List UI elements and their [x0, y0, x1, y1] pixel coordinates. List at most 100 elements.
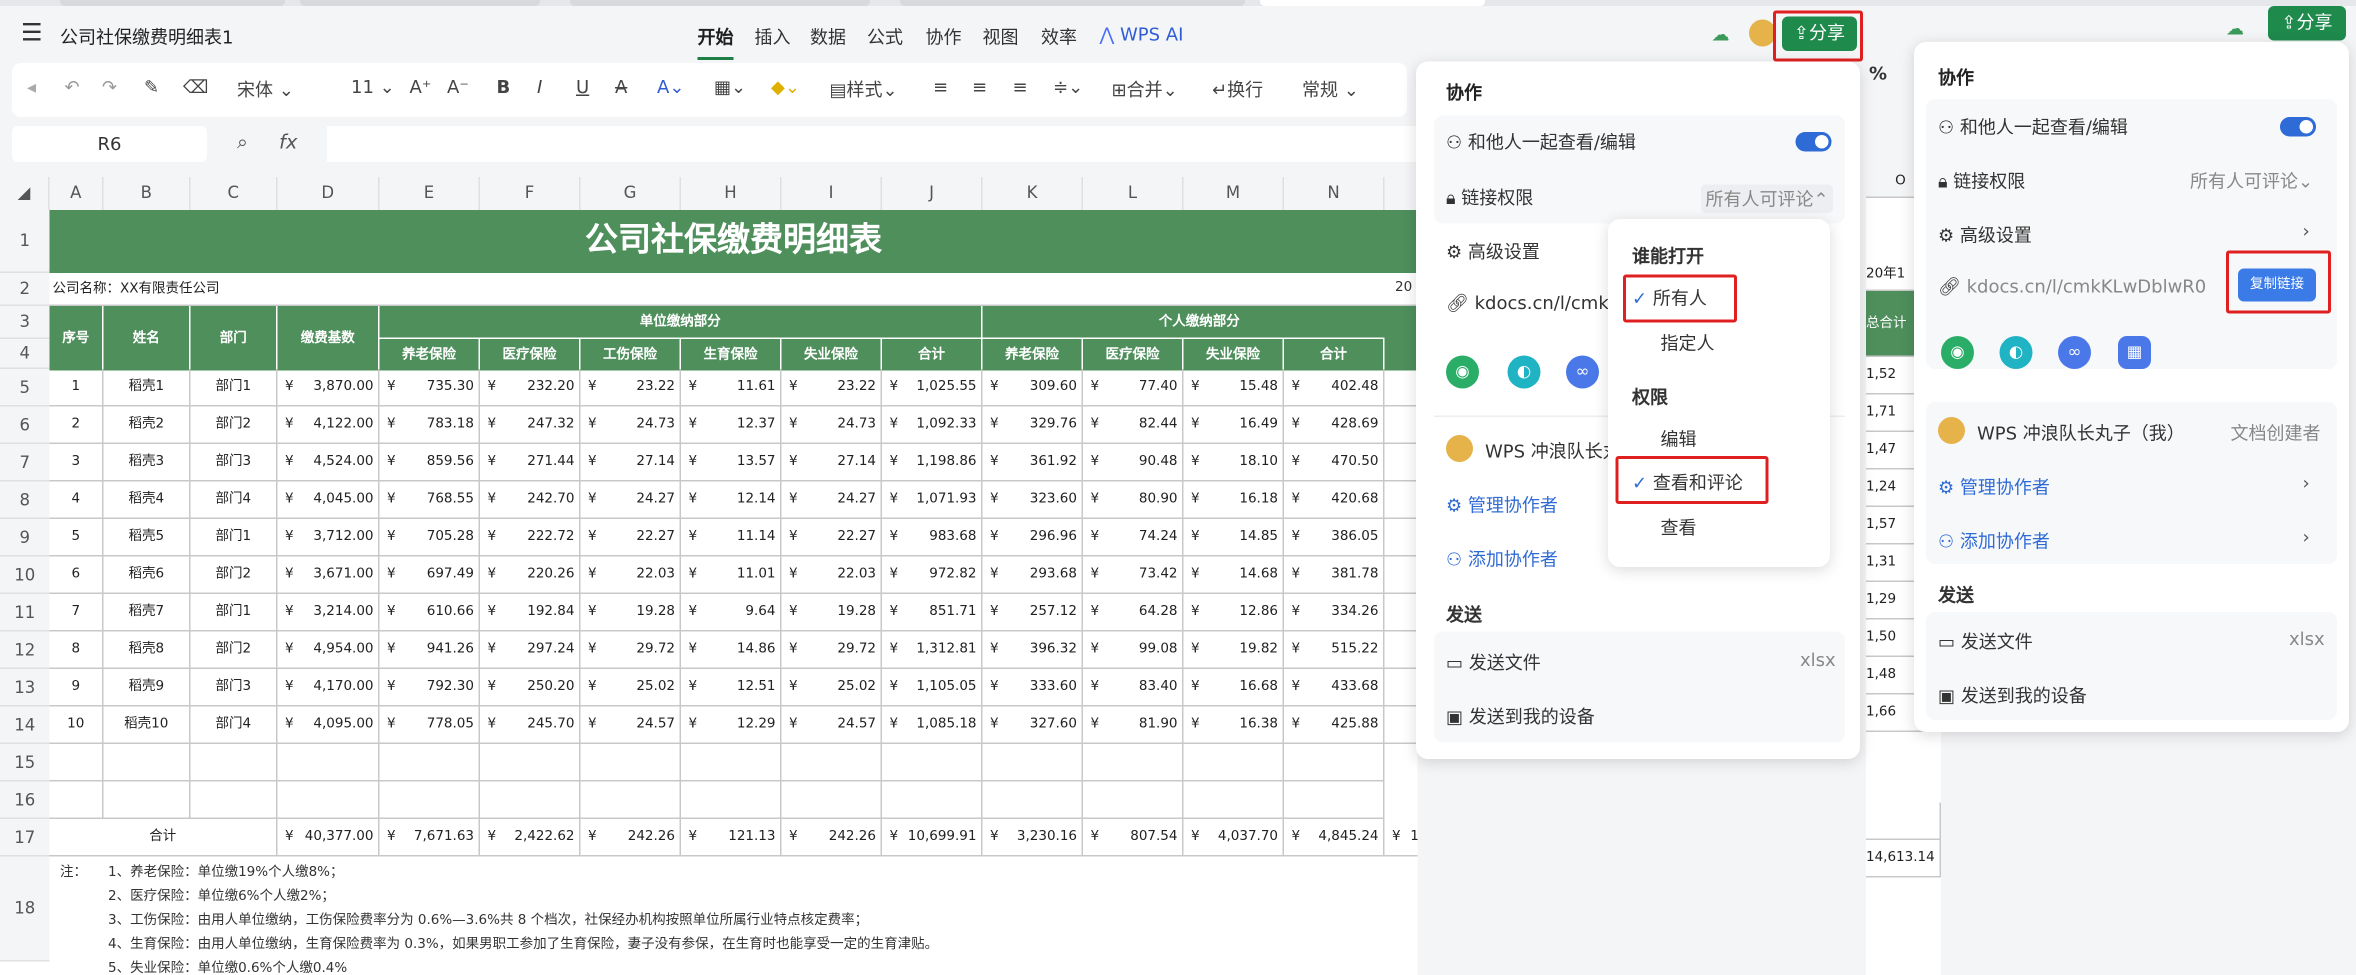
who-option-specified[interactable]: 指定人	[1661, 330, 1715, 356]
table-cell[interactable]: ¥1,198.86	[882, 444, 983, 482]
font-select[interactable]: 宋体 ⌄	[237, 77, 294, 103]
table-cell[interactable]: ¥247.32	[480, 406, 581, 444]
table-cell[interactable]: ¥14.85	[1183, 519, 1284, 557]
table-cell[interactable]: ¥25.02	[580, 669, 681, 707]
table-cell[interactable]: ¥12.51	[681, 669, 782, 707]
table-cell[interactable]: ¥83.40	[1083, 669, 1184, 707]
table-cell[interactable]	[781, 744, 882, 782]
qr-code-icon[interactable]: ▦	[2118, 336, 2151, 369]
table-cell[interactable]: ¥735.30	[379, 369, 480, 407]
table-cell[interactable]: ¥3,870.00	[277, 369, 380, 407]
total-cell[interactable]: ¥242.26	[580, 819, 681, 857]
table-cell[interactable]: ¥1,025.55	[882, 369, 983, 407]
table-cell[interactable]: 部门4	[190, 481, 278, 519]
column-header[interactable]: A	[49, 177, 104, 210]
table-cell[interactable]	[190, 781, 278, 819]
table-cell[interactable]	[49, 781, 104, 819]
table-cell[interactable]: 2	[49, 406, 104, 444]
column-header[interactable]: N	[1284, 177, 1385, 210]
table-cell[interactable]	[190, 744, 278, 782]
table-cell[interactable]	[1083, 781, 1184, 819]
row-header[interactable]: 7	[0, 444, 50, 482]
table-cell[interactable]: ¥851.71	[882, 594, 983, 632]
total-cell[interactable]: ¥4,037.70	[1183, 819, 1284, 857]
menu-icon[interactable]: ☰	[21, 20, 43, 45]
row-header[interactable]: 11	[0, 594, 50, 632]
table-cell[interactable]	[882, 744, 983, 782]
column-header[interactable]: K	[982, 177, 1083, 210]
formula-input[interactable]	[327, 126, 1422, 162]
table-cell[interactable]: ¥250.20	[480, 669, 581, 707]
table-cell[interactable]: ¥11.61	[681, 369, 782, 407]
row-header[interactable]: 9	[0, 519, 50, 557]
tab-start[interactable]: 开始	[697, 24, 734, 60]
table-cell[interactable]: ¥428.69	[1284, 406, 1385, 444]
table-cell[interactable]: ¥396.32	[982, 631, 1083, 669]
number-format-select[interactable]: 常规 ⌄	[1302, 77, 1359, 103]
table-cell[interactable]: ¥3,712.00	[277, 519, 380, 557]
table-cell[interactable]	[277, 781, 380, 819]
table-cell[interactable]: ¥15.48	[1183, 369, 1284, 407]
table-cell[interactable]: 10	[49, 706, 104, 744]
perm-option-view[interactable]: 查看	[1661, 515, 1697, 541]
table-cell[interactable]: ¥361.92	[982, 444, 1083, 482]
bold-icon[interactable]: B	[497, 77, 511, 98]
table-cell[interactable]: ¥29.72	[580, 631, 681, 669]
table-cell[interactable]: ¥19.28	[781, 594, 882, 632]
sheet-title[interactable]: 公司社保缴费明细表	[49, 210, 1418, 273]
percent-icon[interactable]: %	[1869, 63, 1887, 84]
decrease-font-icon[interactable]: A⁻	[447, 77, 469, 98]
column-header[interactable]	[1384, 177, 1418, 210]
table-cell[interactable]	[1384, 556, 1418, 594]
select-all-corner[interactable]: ◢	[0, 177, 50, 210]
total-cell[interactable]: ¥3,230.16	[982, 819, 1083, 857]
table-cell[interactable]: 部门2	[190, 631, 278, 669]
table-cell[interactable]: 8	[49, 631, 104, 669]
table-cell[interactable]: 部门1	[190, 369, 278, 407]
row-header[interactable]: 8	[0, 481, 50, 519]
column-header[interactable]: H	[681, 177, 782, 210]
table-cell[interactable]: ¥11.01	[681, 556, 782, 594]
table-cell[interactable]: ¥74.24	[1083, 519, 1184, 557]
co-edit-toggle[interactable]	[1795, 132, 1832, 152]
table-cell[interactable]: ¥19.82	[1183, 631, 1284, 669]
font-size-select[interactable]: 11 ⌄	[351, 77, 395, 98]
wechat-icon-2[interactable]: ◉	[1941, 336, 1974, 369]
table-cell[interactable]: ¥515.22	[1284, 631, 1385, 669]
document-title[interactable]: 公司社保缴费明细表1	[60, 24, 233, 50]
table-cell[interactable]: ¥12.37	[681, 406, 782, 444]
link-perm-select[interactable]: 所有人可评论⌃	[1701, 184, 1834, 213]
table-cell[interactable]: 9	[49, 669, 104, 707]
table-cell[interactable]: ¥16.49	[1183, 406, 1284, 444]
table-cell[interactable]: ¥29.72	[781, 631, 882, 669]
copy-link-icon[interactable]: ∞	[1566, 355, 1599, 389]
table-cell[interactable]	[1183, 781, 1284, 819]
table-cell[interactable]: ¥941.26	[379, 631, 480, 669]
table-cell[interactable]: ¥222.72	[480, 519, 581, 557]
table-cell[interactable]	[982, 744, 1083, 782]
table-cell[interactable]: ¥420.68	[1284, 481, 1385, 519]
clear-icon[interactable]: ⌫	[183, 77, 208, 98]
table-cell[interactable]	[49, 744, 104, 782]
table-cell[interactable]: ¥705.28	[379, 519, 480, 557]
format-painter-icon[interactable]: ✎	[144, 77, 159, 98]
table-cell[interactable]	[1384, 406, 1418, 444]
table-cell[interactable]: 稻壳7	[103, 594, 191, 632]
table-cell[interactable]: ¥1,092.33	[882, 406, 983, 444]
table-cell[interactable]: ¥4,122.00	[277, 406, 380, 444]
table-cell[interactable]: ¥3,671.00	[277, 556, 380, 594]
table-cell[interactable]	[882, 781, 983, 819]
table-cell[interactable]: 3	[49, 444, 104, 482]
table-cell[interactable]: ¥4,524.00	[277, 444, 380, 482]
add-collaborator[interactable]: ⚇ 添加协作者	[1446, 546, 1558, 572]
table-cell[interactable]: ¥90.48	[1083, 444, 1184, 482]
table-cell[interactable]: ¥3,214.00	[277, 594, 380, 632]
table-cell[interactable]: ¥1,312.81	[882, 631, 983, 669]
table-cell[interactable]: ¥983.68	[882, 519, 983, 557]
tab-collab[interactable]: 协作	[926, 24, 962, 50]
table-cell[interactable]: ¥334.26	[1284, 594, 1385, 632]
table-cell[interactable]	[781, 781, 882, 819]
border-icon[interactable]: ▦⌄	[714, 77, 746, 98]
underline-icon[interactable]: U	[576, 77, 589, 98]
table-cell[interactable]: ¥4,170.00	[277, 669, 380, 707]
